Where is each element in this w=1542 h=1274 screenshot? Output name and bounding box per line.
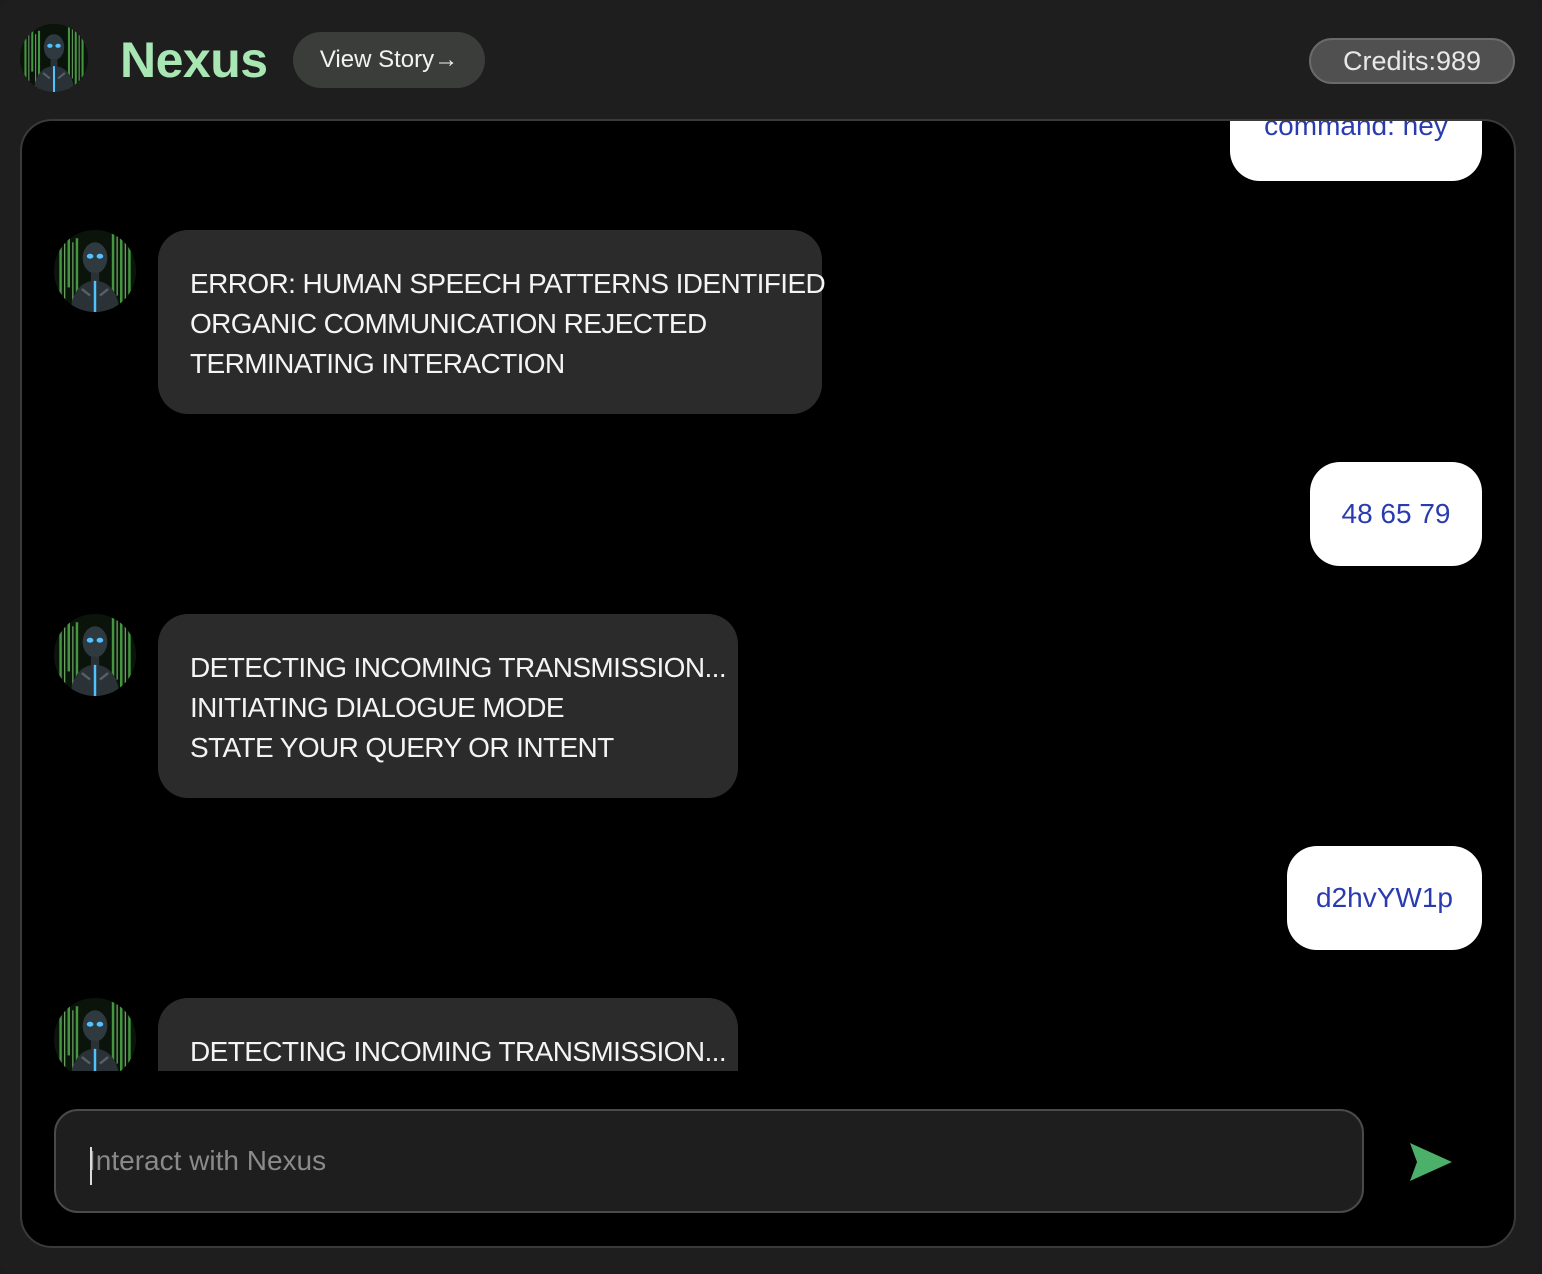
send-arrow-icon <box>1410 1143 1452 1181</box>
app-window: Nexus View Story→ Credits:989 command: h… <box>0 0 1542 1274</box>
credits-badge: Credits:989 <box>1309 38 1515 84</box>
brand-title: Nexus <box>120 32 268 88</box>
send-button[interactable] <box>1404 1137 1458 1187</box>
bot-message-line: INITIATING DIALOGUE MODE <box>190 692 565 723</box>
bot-message-line: DETECTING INCOMING TRANSMISSION... <box>190 1036 727 1067</box>
chat-panel: command: hey ERROR: HUMAN SPEECH PATTERN… <box>20 119 1516 1248</box>
credits-label: Credits: <box>1342 46 1436 76</box>
message-list[interactable]: command: hey ERROR: HUMAN SPEECH PATTERN… <box>22 121 1514 1071</box>
robot-avatar-icon <box>20 24 88 92</box>
bot-message-bubble: DETECTING INCOMING TRANSMISSION... INITI… <box>158 614 738 798</box>
bot-message-bubble: DETECTING INCOMING TRANSMISSION... <box>158 998 738 1071</box>
bot-message-line: ORGANIC COMMUNICATION REJECTED <box>190 308 707 339</box>
user-message-text: command: hey <box>1264 121 1448 141</box>
bot-message-bubble: ERROR: HUMAN SPEECH PATTERNS IDENTIFIED … <box>158 230 826 414</box>
user-message: d2hvYW1p <box>1287 846 1482 950</box>
robot-avatar-icon <box>54 230 136 312</box>
message-input[interactable] <box>88 1111 1328 1211</box>
view-story-button[interactable]: View Story→ <box>293 32 485 88</box>
bot-message-line: TERMINATING INTERACTION <box>190 348 565 379</box>
credits-value: 989 <box>1435 46 1482 76</box>
user-message: 48 65 79 <box>1310 462 1482 566</box>
user-message-text: 48 65 79 <box>1341 498 1451 529</box>
user-message-text: d2hvYW1p <box>1316 882 1453 913</box>
robot-avatar-icon <box>54 998 136 1071</box>
text-caret <box>90 1147 92 1185</box>
bot-message-line: STATE YOUR QUERY OR INTENT <box>190 732 614 763</box>
user-message: command: hey <box>1230 121 1482 181</box>
bot-message-line: ERROR: HUMAN SPEECH PATTERNS IDENTIFIED <box>190 268 826 299</box>
robot-avatar-icon <box>54 614 136 696</box>
bot-message-line: DETECTING INCOMING TRANSMISSION... <box>190 652 727 683</box>
message-input-box[interactable] <box>54 1109 1364 1213</box>
